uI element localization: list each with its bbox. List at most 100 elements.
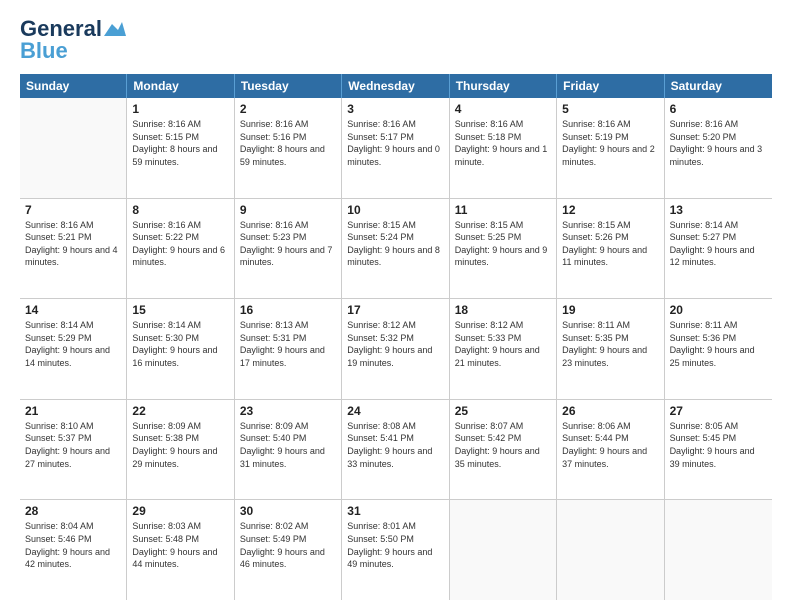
sunset-text: Sunset: 5:45 PM bbox=[670, 432, 767, 445]
sunrise-text: Sunrise: 8:11 AM bbox=[562, 319, 658, 332]
day-number: 31 bbox=[347, 504, 443, 518]
week-row-3: 14Sunrise: 8:14 AMSunset: 5:29 PMDayligh… bbox=[20, 299, 772, 400]
day-cell-30: 30Sunrise: 8:02 AMSunset: 5:49 PMDayligh… bbox=[235, 500, 342, 600]
sunrise-text: Sunrise: 8:09 AM bbox=[240, 420, 336, 433]
sunrise-text: Sunrise: 8:16 AM bbox=[25, 219, 121, 232]
sunset-text: Sunset: 5:16 PM bbox=[240, 131, 336, 144]
daylight-text: Daylight: 9 hours and 25 minutes. bbox=[670, 344, 767, 369]
sunrise-text: Sunrise: 8:12 AM bbox=[455, 319, 551, 332]
day-cell-20: 20Sunrise: 8:11 AMSunset: 5:36 PMDayligh… bbox=[665, 299, 772, 399]
sunrise-text: Sunrise: 8:13 AM bbox=[240, 319, 336, 332]
day-number: 18 bbox=[455, 303, 551, 317]
daylight-text: Daylight: 9 hours and 9 minutes. bbox=[455, 244, 551, 269]
sunset-text: Sunset: 5:40 PM bbox=[240, 432, 336, 445]
daylight-text: Daylight: 9 hours and 46 minutes. bbox=[240, 546, 336, 571]
daylight-text: Daylight: 9 hours and 4 minutes. bbox=[25, 244, 121, 269]
daylight-text: Daylight: 9 hours and 35 minutes. bbox=[455, 445, 551, 470]
sunrise-text: Sunrise: 8:14 AM bbox=[25, 319, 121, 332]
day-number: 27 bbox=[670, 404, 767, 418]
day-cell-1: 1Sunrise: 8:16 AMSunset: 5:15 PMDaylight… bbox=[127, 98, 234, 198]
sunrise-text: Sunrise: 8:08 AM bbox=[347, 420, 443, 433]
sunset-text: Sunset: 5:50 PM bbox=[347, 533, 443, 546]
sunset-text: Sunset: 5:20 PM bbox=[670, 131, 767, 144]
day-number: 26 bbox=[562, 404, 658, 418]
daylight-text: Daylight: 9 hours and 8 minutes. bbox=[347, 244, 443, 269]
sunrise-text: Sunrise: 8:16 AM bbox=[347, 118, 443, 131]
logo: General Blue bbox=[20, 16, 126, 64]
sunrise-text: Sunrise: 8:04 AM bbox=[25, 520, 121, 533]
day-header-monday: Monday bbox=[127, 74, 234, 98]
day-cell-27: 27 Sunrise: 8:05 AMSunset: 5:45 PMDayligh… bbox=[665, 400, 772, 500]
sunrise-text: Sunrise: 8:15 AM bbox=[347, 219, 443, 232]
daylight-text: Daylight: 9 hours and 29 minutes. bbox=[132, 445, 228, 470]
daylight-text: Daylight: 9 hours and 16 minutes. bbox=[132, 344, 228, 369]
day-cell-8: 8Sunrise: 8:16 AMSunset: 5:22 PMDaylight… bbox=[127, 199, 234, 299]
day-header-saturday: Saturday bbox=[665, 74, 772, 98]
sunrise-text: Sunrise: 8:16 AM bbox=[562, 118, 658, 131]
day-number: 1 bbox=[132, 102, 228, 116]
sunrise-text: Sunrise: 8:07 AM bbox=[455, 420, 551, 433]
daylight-text: Daylight: 9 hours and 42 minutes. bbox=[25, 546, 121, 571]
empty-cell bbox=[450, 500, 557, 600]
empty-cell bbox=[557, 500, 664, 600]
daylight-text: Daylight: 9 hours and 1 minute. bbox=[455, 143, 551, 168]
logo-icon bbox=[104, 22, 126, 38]
sunrise-text: Sunrise: 8:14 AM bbox=[132, 319, 228, 332]
sunset-text: Sunset: 5:21 PM bbox=[25, 231, 121, 244]
sunset-text: Sunset: 5:25 PM bbox=[455, 231, 551, 244]
daylight-text: Daylight: 9 hours and 17 minutes. bbox=[240, 344, 336, 369]
sunrise-text: Sunrise: 8:16 AM bbox=[240, 219, 336, 232]
logo-blue: Blue bbox=[20, 38, 68, 64]
day-number: 10 bbox=[347, 203, 443, 217]
day-cell-17: 17Sunrise: 8:12 AMSunset: 5:32 PMDayligh… bbox=[342, 299, 449, 399]
day-number: 8 bbox=[132, 203, 228, 217]
sunrise-text: Sunrise: 8:09 AM bbox=[132, 420, 228, 433]
sunrise-text: Sunrise: 8:14 AM bbox=[670, 219, 767, 232]
day-cell-4: 4Sunrise: 8:16 AMSunset: 5:18 PMDaylight… bbox=[450, 98, 557, 198]
day-number: 6 bbox=[670, 102, 767, 116]
sunset-text: Sunset: 5:18 PM bbox=[455, 131, 551, 144]
day-cell-15: 15Sunrise: 8:14 AMSunset: 5:30 PMDayligh… bbox=[127, 299, 234, 399]
daylight-text: Daylight: 9 hours and 44 minutes. bbox=[132, 546, 228, 571]
day-header-tuesday: Tuesday bbox=[235, 74, 342, 98]
day-cell-24: 24Sunrise: 8:08 AMSunset: 5:41 PMDayligh… bbox=[342, 400, 449, 500]
sunset-text: Sunset: 5:24 PM bbox=[347, 231, 443, 244]
sunrise-text: Sunrise: 8:16 AM bbox=[455, 118, 551, 131]
day-cell-29: 29Sunrise: 8:03 AMSunset: 5:48 PMDayligh… bbox=[127, 500, 234, 600]
day-cell-11: 11Sunrise: 8:15 AMSunset: 5:25 PMDayligh… bbox=[450, 199, 557, 299]
sunset-text: Sunset: 5:22 PM bbox=[132, 231, 228, 244]
daylight-text: Daylight: 9 hours and 7 minutes. bbox=[240, 244, 336, 269]
day-cell-25: 25Sunrise: 8:07 AMSunset: 5:42 PMDayligh… bbox=[450, 400, 557, 500]
day-number: 13 bbox=[670, 203, 767, 217]
daylight-text: Daylight: 9 hours and 39 minutes. bbox=[670, 445, 767, 470]
sunrise-text: Sunrise: 8:11 AM bbox=[670, 319, 767, 332]
day-cell-9: 9Sunrise: 8:16 AMSunset: 5:23 PMDaylight… bbox=[235, 199, 342, 299]
sunrise-text: Sunrise: 8:12 AM bbox=[347, 319, 443, 332]
sunrise-text: Sunrise: 8:10 AM bbox=[25, 420, 121, 433]
day-number: 16 bbox=[240, 303, 336, 317]
day-number: 28 bbox=[25, 504, 121, 518]
week-row-1: 1Sunrise: 8:16 AMSunset: 5:15 PMDaylight… bbox=[20, 98, 772, 199]
daylight-text: Daylight: 9 hours and 2 minutes. bbox=[562, 143, 658, 168]
daylight-text: Daylight: 9 hours and 12 minutes. bbox=[670, 244, 767, 269]
calendar: SundayMondayTuesdayWednesdayThursdayFrid… bbox=[20, 74, 772, 600]
sunset-text: Sunset: 5:46 PM bbox=[25, 533, 121, 546]
week-row-4: 21Sunrise: 8:10 AMSunset: 5:37 PMDayligh… bbox=[20, 400, 772, 501]
sunset-text: Sunset: 5:17 PM bbox=[347, 131, 443, 144]
daylight-text: Daylight: 9 hours and 23 minutes. bbox=[562, 344, 658, 369]
day-cell-10: 10 Sunrise: 8:15 AMSunset: 5:24 PMDayligh… bbox=[342, 199, 449, 299]
page: General Blue SundayMondayTuesdayWednesda… bbox=[0, 0, 792, 612]
sunrise-text: Sunrise: 8:05 AM bbox=[670, 420, 767, 433]
day-number: 12 bbox=[562, 203, 658, 217]
day-number: 25 bbox=[455, 404, 551, 418]
day-cell-22: 22Sunrise: 8:09 AMSunset: 5:38 PMDayligh… bbox=[127, 400, 234, 500]
sunrise-text: Sunrise: 8:02 AM bbox=[240, 520, 336, 533]
empty-cell bbox=[20, 98, 127, 198]
sunset-text: Sunset: 5:29 PM bbox=[25, 332, 121, 345]
day-cell-12: 12Sunrise: 8:15 AMSunset: 5:26 PMDayligh… bbox=[557, 199, 664, 299]
day-number: 20 bbox=[670, 303, 767, 317]
day-number: 19 bbox=[562, 303, 658, 317]
daylight-text: Daylight: 8 hours and 59 minutes. bbox=[132, 143, 228, 168]
day-number: 30 bbox=[240, 504, 336, 518]
daylight-text: Daylight: 9 hours and 49 minutes. bbox=[347, 546, 443, 571]
